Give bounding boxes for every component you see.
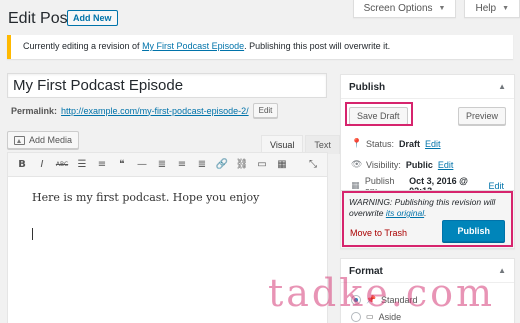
align-right-icon[interactable]: ≣ bbox=[192, 155, 212, 175]
editor-area: B I ABC ☰ ≡ ❝ — ≣ ≡ ≣ 🔗 ⛓ ▭ ▦ ⤡ Here is my first podca… bbox=[7, 152, 328, 323]
link-icon[interactable]: 🔗 bbox=[212, 155, 232, 175]
align-center-icon[interactable]: ≡ bbox=[172, 155, 192, 175]
unlink-icon[interactable]: ⛓ bbox=[232, 155, 252, 175]
visibility-value: Public bbox=[405, 159, 433, 170]
format-label-aside: Aside bbox=[378, 311, 402, 322]
horizontal-line-icon[interactable]: — bbox=[132, 155, 152, 175]
read-more-icon[interactable]: ▭ bbox=[252, 155, 272, 175]
collapse-arrow-icon[interactable]: ▲ bbox=[498, 82, 506, 91]
notice-prefix: Currently editing a revision of bbox=[23, 41, 143, 51]
visibility-row: 👁 Visibility: Public Edit bbox=[351, 154, 504, 175]
publish-box-title: Publish bbox=[349, 82, 386, 93]
visibility-label: Visibility: bbox=[366, 159, 401, 170]
screen-options-tab[interactable]: Screen Options ▼ bbox=[352, 0, 457, 18]
add-media-button[interactable]: Add Media bbox=[7, 131, 80, 149]
format-option-standard[interactable]: 📌 Standard bbox=[351, 291, 504, 308]
permalink-edit-button[interactable]: Edit bbox=[252, 103, 279, 118]
post-title-input[interactable]: My First Podcast Episode bbox=[7, 73, 327, 98]
format-box-header[interactable]: Format ▲ bbox=[341, 259, 514, 283]
text-cursor bbox=[32, 228, 33, 240]
notice-suffix: . Publishing this post will overwrite it… bbox=[244, 41, 391, 51]
format-box-title: Format bbox=[349, 266, 383, 277]
eye-icon: 👁 bbox=[351, 159, 363, 170]
blockquote-icon[interactable]: ❝ bbox=[112, 155, 132, 175]
media-icon bbox=[14, 135, 25, 145]
add-media-label: Add Media bbox=[29, 135, 73, 145]
pin-icon: 📌 bbox=[366, 295, 376, 304]
editor-toolbar: B I ABC ☰ ≡ ❝ — ≣ ≡ ≣ 🔗 ⛓ ▭ ▦ ⤡ bbox=[8, 153, 327, 177]
add-new-button[interactable]: Add New bbox=[67, 10, 118, 26]
revision-notice: Currently editing a revision of My First… bbox=[7, 35, 513, 59]
status-edit-link[interactable]: Edit bbox=[425, 139, 441, 149]
format-options: 📌 Standard ▭ Aside bbox=[341, 283, 514, 323]
status-row: 📍 Status: Draft Edit bbox=[351, 133, 504, 154]
help-tab[interactable]: Help ▼ bbox=[464, 0, 520, 18]
radio-aside[interactable] bbox=[351, 311, 361, 322]
screen-options-label: Screen Options bbox=[363, 3, 433, 14]
status-label: Status: bbox=[366, 138, 395, 149]
preview-button[interactable]: Preview bbox=[457, 107, 506, 125]
align-left-icon[interactable]: ≣ bbox=[152, 155, 172, 175]
bold-icon[interactable]: B bbox=[12, 155, 32, 175]
toolbar-toggle-icon[interactable]: ▦ bbox=[272, 155, 292, 175]
editor-paragraph: Here is my first podcast. Hope you enjoy bbox=[32, 191, 260, 204]
numbered-list-icon[interactable]: ≡ bbox=[92, 155, 112, 175]
notice-post-link[interactable]: My First Podcast Episode bbox=[142, 41, 244, 51]
publish-box: Publish ▲ Save Draft Preview 📍 Status: D… bbox=[340, 74, 515, 249]
permalink-url[interactable]: http://example.com/my-first-podcast-epis… bbox=[61, 106, 249, 116]
schedule-edit-link[interactable]: Edit bbox=[489, 181, 505, 191]
calendar-icon: ▦ bbox=[351, 180, 360, 191]
strikethrough-icon[interactable]: ABC bbox=[52, 155, 72, 175]
aside-icon: ▭ bbox=[366, 312, 374, 321]
format-box: Format ▲ 📌 Standard ▭ Aside bbox=[340, 258, 515, 323]
help-label: Help bbox=[475, 3, 497, 14]
pin-icon: 📍 bbox=[351, 138, 363, 149]
misc-publishing: 📍 Status: Draft Edit 👁 Visibility: Publi… bbox=[341, 133, 514, 196]
screen-meta-bar: Screen Options ▼ Help ▼ bbox=[352, 0, 520, 18]
radio-standard[interactable] bbox=[351, 294, 361, 305]
editor-content[interactable]: Here is my first podcast. Hope you enjoy bbox=[8, 177, 327, 218]
italic-icon[interactable]: I bbox=[32, 155, 52, 175]
save-draft-highlight bbox=[345, 102, 413, 126]
format-option-aside[interactable]: ▭ Aside bbox=[351, 308, 504, 323]
page-title: Edit Post bbox=[8, 10, 73, 27]
caret-down-icon: ▼ bbox=[502, 5, 509, 12]
fullscreen-icon[interactable]: ⤡ bbox=[303, 155, 323, 175]
caret-down-icon: ▼ bbox=[438, 5, 446, 12]
collapse-arrow-icon[interactable]: ▲ bbox=[498, 266, 506, 275]
visibility-edit-link[interactable]: Edit bbox=[438, 160, 454, 170]
bullet-list-icon[interactable]: ☰ bbox=[72, 155, 92, 175]
publish-actions-highlight bbox=[342, 191, 513, 247]
permalink-row: Permalink: http://example.com/my-first-p… bbox=[11, 103, 279, 118]
permalink-label: Permalink: bbox=[11, 105, 58, 116]
minor-publishing-actions: Save Draft Preview bbox=[341, 99, 514, 133]
format-label-standard: Standard bbox=[380, 294, 418, 305]
status-value: Draft bbox=[399, 138, 421, 149]
publish-box-header[interactable]: Publish ▲ bbox=[341, 75, 514, 99]
